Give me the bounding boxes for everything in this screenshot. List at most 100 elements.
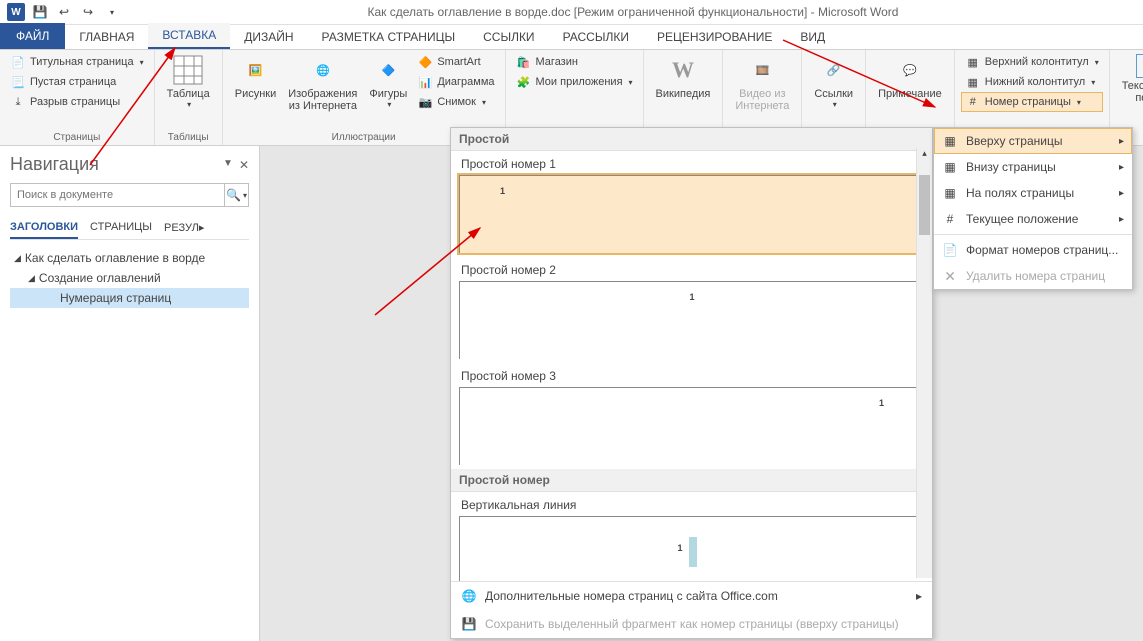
page-number-button[interactable]: #Номер страницы▾ bbox=[961, 92, 1103, 112]
table-button[interactable]: Таблица▾ bbox=[161, 52, 216, 111]
nav-tab-results[interactable]: РЕЗУЛ▸ bbox=[164, 217, 204, 239]
page-number-icon: # bbox=[965, 94, 981, 110]
gallery-preview-vertical-line[interactable]: 1 bbox=[459, 516, 924, 581]
qat-customize[interactable]: ▾ bbox=[101, 1, 123, 23]
preview-number: 1 bbox=[879, 398, 884, 408]
save-icon: 💾 bbox=[33, 5, 48, 19]
undo-icon: ↩ bbox=[59, 5, 69, 19]
redo-icon: ↪ bbox=[83, 5, 93, 19]
tab-layout[interactable]: РАЗМЕТКА СТРАНИЦЫ bbox=[308, 25, 470, 49]
textbox-icon: A bbox=[1136, 54, 1143, 78]
blank-page-button[interactable]: 📃Пустая страница bbox=[6, 72, 148, 92]
remove-icon: 🗙 bbox=[942, 268, 958, 284]
tab-insert[interactable]: ВСТАВКА bbox=[148, 23, 230, 49]
cover-page-icon: 📄 bbox=[10, 54, 26, 70]
chevron-right-icon: ▸ bbox=[1119, 214, 1124, 225]
tab-file[interactable]: ФАЙЛ bbox=[0, 23, 65, 49]
textbox-button[interactable]: AТекстовое поле bbox=[1116, 52, 1143, 106]
screenshot-button[interactable]: 📷Снимок▾ bbox=[413, 92, 498, 112]
tab-review[interactable]: РЕЦЕНЗИРОВАНИЕ bbox=[643, 25, 786, 49]
links-button[interactable]: 🔗Ссылки▾ bbox=[808, 52, 859, 111]
ribbon-tabs: ФАЙЛ ГЛАВНАЯ ВСТАВКА ДИЗАЙН РАЗМЕТКА СТР… bbox=[0, 25, 1143, 50]
preview-number: 1 bbox=[677, 543, 682, 553]
store-button[interactable]: 🛍️Магазин bbox=[512, 52, 637, 72]
outline-item[interactable]: ◢Как сделать оглавление в ворде bbox=[10, 248, 249, 268]
comment-icon: 💬 bbox=[894, 54, 926, 86]
scroll-thumb[interactable] bbox=[919, 175, 930, 235]
table-icon bbox=[172, 54, 204, 86]
smartart-icon: 🔶 bbox=[417, 54, 433, 70]
chevron-right-icon: ▸ bbox=[916, 589, 922, 603]
wikipedia-button[interactable]: WВикипедия bbox=[650, 52, 717, 102]
cover-page-button[interactable]: 📄Титульная страница▾ bbox=[6, 52, 148, 72]
pictures-icon: 🖼️ bbox=[239, 54, 271, 86]
pictures-button[interactable]: 🖼️Рисунки bbox=[229, 52, 283, 102]
menu-top-of-page[interactable]: ▦Вверху страницы▸ bbox=[934, 128, 1132, 154]
menu-current-position[interactable]: #Текущее положение▸ bbox=[934, 206, 1132, 232]
tab-view[interactable]: ВИД bbox=[786, 25, 839, 49]
store-icon: 🛍️ bbox=[516, 54, 532, 70]
gallery-body[interactable]: Простой номер 1 1 Простой номер 2 1 Прос… bbox=[451, 151, 932, 581]
page-number-menu: ▦Вверху страницы▸ ▦Внизу страницы▸ ▦На п… bbox=[933, 127, 1133, 290]
comment-button[interactable]: 💬Примечание bbox=[872, 52, 948, 102]
wikipedia-icon: W bbox=[667, 54, 699, 86]
tab-home[interactable]: ГЛАВНАЯ bbox=[65, 25, 148, 49]
preview-number: 1 bbox=[500, 186, 505, 196]
save-selection-icon: 💾 bbox=[461, 616, 477, 632]
menu-remove-page-numbers: 🗙Удалить номера страниц bbox=[934, 263, 1132, 289]
nav-tab-headings[interactable]: ЗАГОЛОВКИ bbox=[10, 217, 78, 239]
menu-bottom-of-page[interactable]: ▦Внизу страницы▸ bbox=[934, 154, 1132, 180]
menu-format-page-numbers[interactable]: 📄Формат номеров страниц... bbox=[934, 237, 1132, 263]
vertical-line-icon bbox=[689, 537, 697, 567]
gallery-scrollbar[interactable]: ▴ bbox=[916, 148, 932, 578]
more-from-office-button[interactable]: 🌐Дополнительные номера страниц с сайта O… bbox=[451, 582, 932, 610]
myapps-button[interactable]: 🧩Мои приложения▾ bbox=[512, 72, 637, 92]
gallery-preview-simple-1[interactable]: 1 bbox=[459, 175, 924, 253]
online-video-button[interactable]: 🎞️Видео из Интернета bbox=[729, 52, 795, 114]
gallery-preview-simple-3[interactable]: 1 bbox=[459, 387, 924, 465]
tab-references[interactable]: ССЫЛКИ bbox=[469, 25, 548, 49]
current-pos-icon: # bbox=[942, 211, 958, 227]
format-icon: 📄 bbox=[942, 242, 958, 258]
nav-close-icon[interactable]: ✕ bbox=[239, 158, 249, 172]
group-tables-label: Таблицы bbox=[161, 132, 216, 145]
chevron-right-icon: ▸ bbox=[1119, 188, 1124, 199]
online-pictures-icon: 🌐 bbox=[307, 54, 339, 86]
collapse-icon[interactable]: ◢ bbox=[14, 253, 21, 264]
outline-item[interactable]: ◢Создание оглавлений bbox=[10, 268, 249, 288]
navigation-title: Навигация bbox=[10, 154, 99, 175]
page-margins-icon: ▦ bbox=[942, 185, 958, 201]
tab-design[interactable]: ДИЗАЙН bbox=[230, 25, 307, 49]
menu-separator bbox=[934, 234, 1132, 235]
chart-button[interactable]: 📊Диаграмма bbox=[413, 72, 498, 92]
nav-dropdown-icon[interactable]: ▼ bbox=[223, 158, 233, 172]
menu-page-margins[interactable]: ▦На полях страницы▸ bbox=[934, 180, 1132, 206]
chart-icon: 📊 bbox=[417, 74, 433, 90]
titlebar: W 💾 ↩ ↪ ▾ Как сделать оглавление в ворде… bbox=[0, 0, 1143, 25]
nav-tab-pages[interactable]: СТРАНИЦЫ bbox=[90, 217, 152, 239]
online-pictures-button[interactable]: 🌐Изображения из Интернета bbox=[282, 52, 363, 114]
word-app-icon[interactable]: W bbox=[5, 1, 27, 23]
search-input[interactable] bbox=[11, 184, 224, 206]
footer-button[interactable]: ▦Нижний колонтитул▾ bbox=[961, 72, 1103, 92]
office-icon: 🌐 bbox=[461, 588, 477, 604]
search-button[interactable]: 🔍▾ bbox=[224, 184, 248, 206]
page-break-button[interactable]: ⤓Разрыв страницы bbox=[6, 92, 148, 112]
save-button[interactable]: 💾 bbox=[29, 1, 51, 23]
page-break-icon: ⤓ bbox=[10, 94, 26, 110]
collapse-icon[interactable]: ◢ bbox=[28, 273, 35, 284]
undo-button[interactable]: ↩ bbox=[53, 1, 75, 23]
outline-item[interactable]: Нумерация страниц bbox=[10, 288, 249, 308]
search-box: 🔍▾ bbox=[10, 183, 249, 207]
gallery-item-label: Простой номер 3 bbox=[459, 363, 924, 387]
gallery-preview-simple-2[interactable]: 1 bbox=[459, 281, 924, 359]
page-number-gallery: Простой Простой номер 1 1 Простой номер … bbox=[450, 127, 933, 639]
header-icon: ▦ bbox=[965, 54, 981, 70]
header-button[interactable]: ▦Верхний колонтитул▾ bbox=[961, 52, 1103, 72]
smartart-button[interactable]: 🔶SmartArt bbox=[413, 52, 498, 72]
tab-mailings[interactable]: РАССЫЛКИ bbox=[549, 25, 643, 49]
gallery-section-header: Простой bbox=[451, 128, 932, 151]
gallery-section-header: Простой номер bbox=[451, 469, 932, 492]
shapes-button[interactable]: 🔷Фигуры▾ bbox=[363, 52, 413, 111]
redo-button[interactable]: ↪ bbox=[77, 1, 99, 23]
